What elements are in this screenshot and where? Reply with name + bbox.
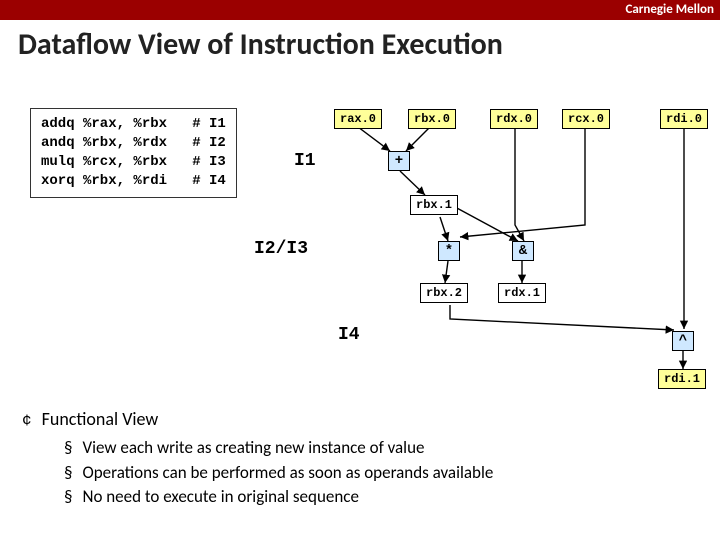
reg-rbx2: rbx.2 [420, 283, 468, 303]
reg-rcx0: rcx.0 [562, 109, 610, 129]
functional-view-section: Functional View View each write as creat… [22, 408, 493, 510]
reg-rdi0: rdi.0 [660, 109, 708, 129]
op-xor: ^ [672, 331, 694, 351]
label-i23: I2/I3 [254, 239, 308, 259]
reg-rdi1: rdi.1 [658, 369, 706, 389]
reg-rbx1: rbx.1 [410, 195, 458, 215]
op-and: & [512, 241, 534, 261]
reg-rdx1: rdx.1 [498, 283, 546, 303]
dataflow-diagram: rax.0 rbx.0 rdx.0 rcx.0 rdi.0 + rbx.1 * … [290, 105, 710, 385]
label-i4: I4 [338, 325, 360, 345]
page-title: Dataflow View of Instruction Execution [18, 26, 720, 63]
bullet-item: No need to execute in original sequence [64, 485, 493, 510]
op-add: + [388, 151, 410, 171]
reg-rdx0: rdx.0 [490, 109, 538, 129]
code-block: addq %rax, %rbx # I1 andq %rbx, %rdx # I… [30, 108, 237, 198]
bullet-item: Operations can be performed as soon as o… [64, 461, 493, 486]
label-i1: I1 [294, 151, 316, 171]
brand-label: Carnegie Mellon [625, 2, 714, 17]
reg-rax0: rax.0 [334, 109, 382, 129]
reg-rbx0: rbx.0 [408, 109, 456, 129]
op-mul: * [438, 241, 460, 261]
bullet-item: View each write as creating new instance… [64, 436, 493, 461]
section-heading: Functional View [22, 408, 493, 430]
